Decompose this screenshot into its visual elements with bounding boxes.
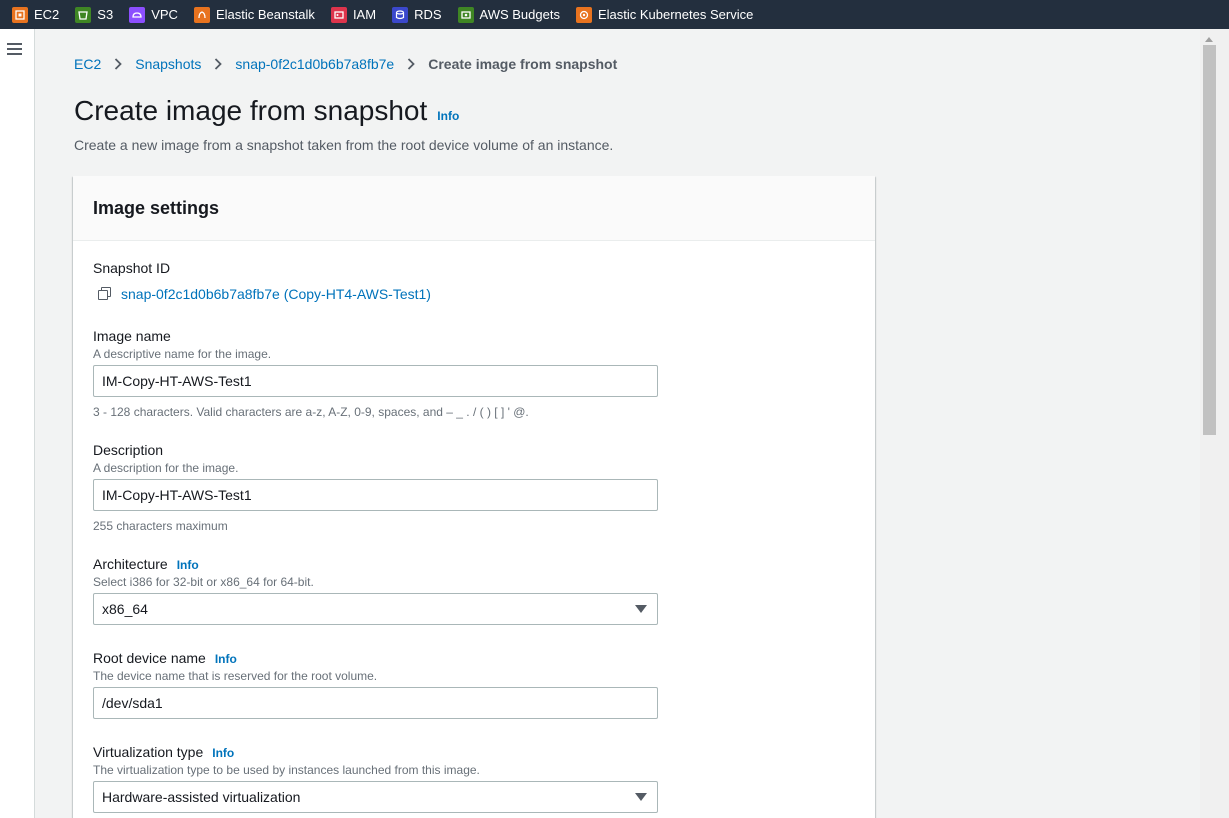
image-settings-panel: Image settings Snapshot ID snap-0f2c1d0b…	[73, 176, 875, 818]
panel-title: Image settings	[93, 198, 220, 218]
favorite-label: RDS	[414, 7, 442, 22]
side-navigation-rail	[0, 29, 35, 818]
virtualization-description: The virtualization type to be used by in…	[93, 763, 480, 777]
architecture-value: x86_64	[102, 601, 148, 617]
favorite-label: Elastic Kubernetes Service	[597, 7, 754, 22]
caret-down-icon	[635, 605, 647, 613]
breadcrumb: EC2 Snapshots snap-0f2c1d0b6b7a8fb7e Cre…	[74, 56, 617, 72]
favorite-label: Elastic Beanstalk	[215, 7, 315, 22]
virtualization-label-row: Virtualization type Info	[93, 744, 658, 760]
favorite-s3[interactable]: S3	[75, 0, 113, 29]
description-label: Description	[93, 442, 164, 458]
snapshot-id-field: Snapshot ID snap-0f2c1d0b6b7a8fb7e (Copy…	[93, 260, 431, 302]
snapshot-id-link[interactable]: snap-0f2c1d0b6b7a8fb7e (Copy-HT4-AWS-Tes…	[121, 286, 431, 302]
architecture-info-link[interactable]: Info	[177, 558, 199, 572]
ec2-icon	[12, 6, 28, 23]
breadcrumb-current: Create image from snapshot	[428, 56, 618, 72]
root-device-description: The device name that is reserved for the…	[93, 669, 378, 683]
image-name-constraint: 3 - 128 characters. Valid characters are…	[93, 405, 529, 419]
favorite-vpc[interactable]: VPC	[129, 0, 178, 29]
description-field: Description A description for the image.…	[93, 442, 658, 533]
favorite-ec2[interactable]: EC2	[12, 0, 59, 29]
s3-icon	[75, 6, 92, 23]
copy-icon[interactable]	[98, 287, 112, 301]
favorite-label: IAM	[352, 7, 377, 22]
favorite-aws-budgets[interactable]: AWS Budgets	[457, 0, 560, 29]
favorite-label: S3	[97, 7, 114, 22]
menu-icon[interactable]	[7, 43, 22, 56]
architecture-label: Architecture	[93, 556, 168, 572]
image-name-description: A descriptive name for the image.	[93, 347, 272, 361]
root-device-label-row: Root device name Info	[93, 650, 658, 666]
virtualization-select[interactable]: Hardware-assisted virtualization	[93, 781, 658, 813]
favorites-bar: EC2 S3 VPC Elastic Beanstalk IAM RDS AWS…	[0, 0, 1229, 29]
eks-icon	[575, 6, 592, 23]
snapshot-id-row: snap-0f2c1d0b6b7a8fb7e (Copy-HT4-AWS-Tes…	[93, 286, 431, 302]
favorite-rds[interactable]: RDS	[392, 0, 442, 29]
description-input[interactable]	[93, 479, 658, 511]
architecture-select[interactable]: x86_64	[93, 593, 658, 625]
breadcrumb-snapshot-id[interactable]: snap-0f2c1d0b6b7a8fb7e	[235, 56, 394, 72]
breadcrumb-snapshots[interactable]: Snapshots	[135, 56, 201, 72]
virtualization-label: Virtualization type	[93, 744, 204, 760]
chevron-right-icon	[214, 58, 223, 70]
page-header: Create image from snapshot Info	[74, 95, 459, 127]
snapshot-id-label: Snapshot ID	[93, 260, 171, 276]
description-description: A description for the image.	[93, 461, 239, 475]
image-name-field: Image name A descriptive name for the im…	[93, 328, 658, 419]
virtualization-value: Hardware-assisted virtualization	[102, 789, 301, 805]
caret-down-icon	[635, 793, 647, 801]
description-constraint: 255 characters maximum	[93, 519, 228, 533]
vpc-icon	[129, 6, 146, 23]
rds-icon	[392, 6, 409, 23]
vertical-scrollbar[interactable]	[1200, 29, 1229, 818]
architecture-field: Architecture Info Select i386 for 32-bit…	[93, 556, 658, 625]
virtualization-info-link[interactable]: Info	[212, 746, 234, 760]
favorite-iam[interactable]: IAM	[330, 0, 377, 29]
main-content: EC2 Snapshots snap-0f2c1d0b6b7a8fb7e Cre…	[36, 29, 1200, 818]
chevron-right-icon	[114, 58, 123, 70]
virtualization-field: Virtualization type Info The virtualizat…	[93, 744, 658, 813]
image-name-label: Image name	[93, 328, 171, 344]
page-info-link[interactable]: Info	[437, 109, 459, 123]
architecture-description: Select i386 for 32-bit or x86_64 for 64-…	[93, 575, 314, 589]
iam-icon	[330, 6, 347, 23]
architecture-label-row: Architecture Info	[93, 556, 658, 572]
root-device-label: Root device name	[93, 650, 206, 666]
root-device-info-link[interactable]: Info	[215, 652, 237, 666]
favorite-elastic-beanstalk[interactable]: Elastic Beanstalk	[193, 0, 315, 29]
favorite-eks[interactable]: Elastic Kubernetes Service	[575, 0, 754, 29]
chevron-right-icon	[407, 58, 415, 70]
page-title: Create image from snapshot	[74, 95, 428, 126]
root-device-field: Root device name Info The device name th…	[93, 650, 658, 719]
panel-header: Image settings	[73, 176, 875, 241]
favorite-label: AWS Budgets	[479, 7, 560, 22]
scrollbar-thumb[interactable]	[1203, 45, 1216, 435]
budgets-icon	[457, 6, 474, 23]
favorite-label: VPC	[151, 7, 178, 22]
root-device-input[interactable]	[93, 687, 658, 719]
favorite-label: EC2	[34, 7, 60, 22]
breadcrumb-ec2[interactable]: EC2	[74, 56, 101, 72]
scroll-up-arrow-icon[interactable]	[1205, 37, 1213, 42]
image-name-input[interactable]	[93, 365, 658, 397]
beanstalk-icon	[193, 6, 210, 23]
page-description: Create a new image from a snapshot taken…	[74, 137, 614, 153]
